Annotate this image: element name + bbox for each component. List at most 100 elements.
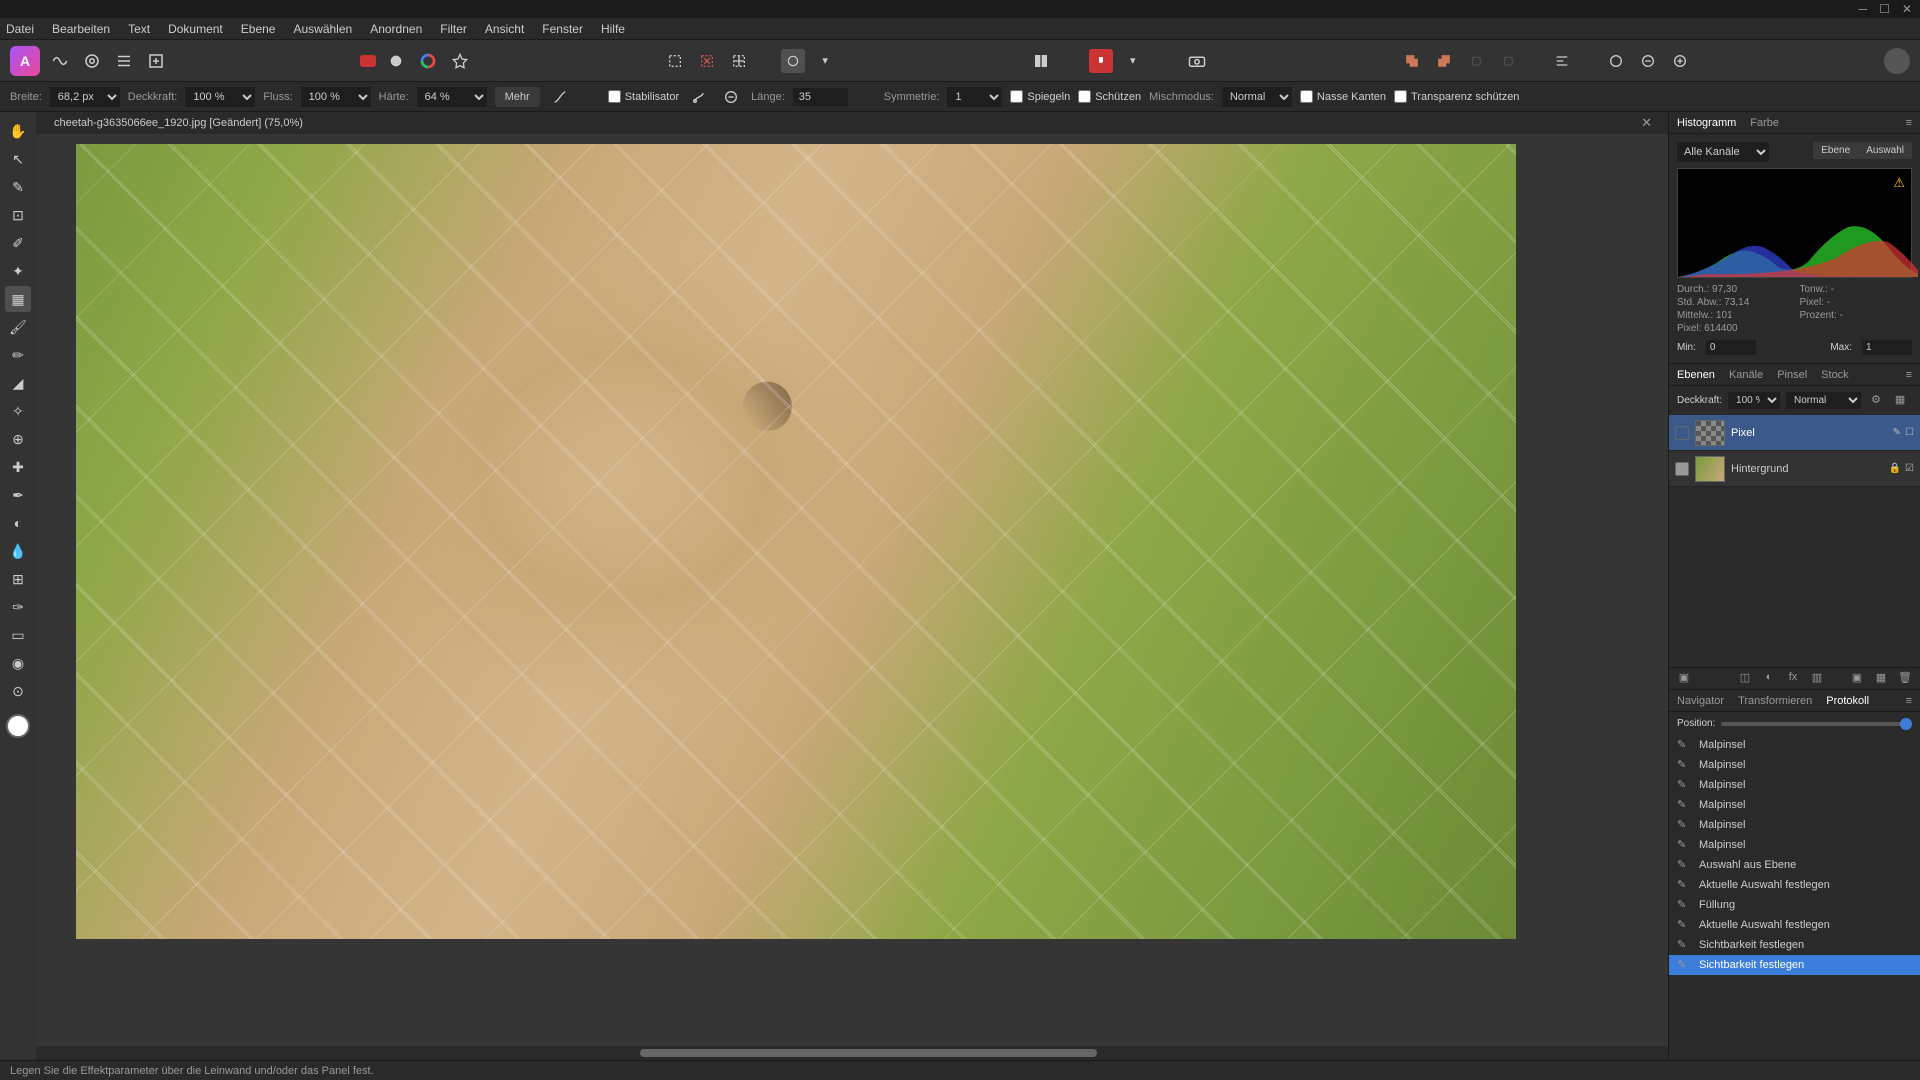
symmetry-input[interactable]: 1 [947, 87, 1002, 107]
clone-tool[interactable]: ⊕ [5, 426, 31, 452]
blur-tool[interactable]: 💧 [5, 538, 31, 564]
histogram-layer-button[interactable]: Ebene [1813, 142, 1858, 159]
menu-text[interactable]: Text [128, 22, 150, 36]
tab-channels[interactable]: Kanäle [1729, 369, 1763, 381]
persona-liquify-icon[interactable] [80, 49, 104, 73]
layer-name[interactable]: Pixel [1731, 427, 1887, 439]
add-mask-icon[interactable]: ◫ [1736, 671, 1754, 687]
blendmode-select[interactable]: Normal [1222, 87, 1292, 107]
history-item[interactable]: ✎Malpinsel [1669, 795, 1920, 815]
tab-transform[interactable]: Transformieren [1738, 695, 1812, 707]
wet-edges-check[interactable]: Nasse Kanten [1300, 90, 1386, 103]
persona-develop-icon[interactable] [112, 49, 136, 73]
healing-tool[interactable]: ✚ [5, 454, 31, 480]
max-input[interactable] [1862, 340, 1912, 355]
arrange-horizontal-icon[interactable] [1029, 49, 1053, 73]
history-item[interactable]: ✎Auswahl aus Ebene [1669, 855, 1920, 875]
menu-bearbeiten[interactable]: Bearbeiten [52, 22, 110, 36]
align-left-icon[interactable] [1400, 49, 1424, 73]
tab-navigator[interactable]: Navigator [1677, 695, 1724, 707]
auto-contrast-icon[interactable] [416, 49, 440, 73]
zoom-tool[interactable]: ⊙ [5, 678, 31, 704]
layer-row-pixel[interactable]: Pixel ✎ ☐ [1669, 415, 1920, 451]
maximize-button[interactable]: ☐ [1879, 2, 1890, 16]
paint-brush-tool[interactable]: 🖌 [5, 314, 31, 340]
add-live-icon[interactable]: ▥ [1808, 671, 1826, 687]
panel-menu-icon[interactable]: ≡ [1906, 369, 1912, 381]
rectangle-tool[interactable]: ▭ [5, 622, 31, 648]
panel-menu-icon[interactable]: ≡ [1906, 117, 1912, 129]
text-tool[interactable]: ✑ [5, 594, 31, 620]
align-center-icon[interactable] [1432, 49, 1456, 73]
layer-name[interactable]: Hintergrund [1731, 463, 1883, 475]
fill-tool[interactable]: ◢ [5, 370, 31, 396]
view-tool[interactable]: ✋ [5, 118, 31, 144]
lock-icon[interactable]: ☐ [1905, 427, 1914, 438]
cloud3-icon[interactable] [1668, 49, 1692, 73]
selection-remove-icon[interactable] [695, 49, 719, 73]
history-item[interactable]: ✎Malpinsel [1669, 815, 1920, 835]
persona-export-icon[interactable] [144, 49, 168, 73]
tab-stock[interactable]: Stock [1821, 369, 1849, 381]
position-slider[interactable] [1721, 722, 1912, 726]
app-logo-icon[interactable]: A [10, 46, 40, 76]
move-tool[interactable]: ↖ [5, 146, 31, 172]
menu-filter[interactable]: Filter [440, 22, 467, 36]
crop-tool[interactable]: ⊡ [5, 202, 31, 228]
selection-intersect-icon[interactable] [727, 49, 751, 73]
layer-blend-select[interactable]: Normal [1786, 392, 1861, 409]
snap-button[interactable] [1089, 49, 1113, 73]
histogram-selection-button[interactable]: Auswahl [1858, 142, 1912, 159]
layer-opacity-input[interactable]: 100 % [1728, 392, 1780, 409]
flood-select-tool[interactable]: ▦ [5, 286, 31, 312]
edit-icon[interactable]: ✎ [1893, 427, 1901, 438]
arrange-menu-icon[interactable] [1550, 49, 1574, 73]
tab-color[interactable]: Farbe [1750, 117, 1779, 129]
menu-anordnen[interactable]: Anordnen [370, 22, 422, 36]
cloud1-icon[interactable] [1604, 49, 1628, 73]
visibility-toggle[interactable] [1675, 426, 1689, 440]
protect-check[interactable]: Schützen [1078, 90, 1141, 103]
tab-close-button[interactable]: ✕ [1635, 115, 1658, 131]
snap-dropdown[interactable]: ▾ [1121, 49, 1145, 73]
protect-alpha-check[interactable]: Transparenz schützen [1394, 90, 1519, 103]
selection-new-icon[interactable] [663, 49, 687, 73]
layer-row-background[interactable]: Hintergrund 🔒☑ [1669, 451, 1920, 487]
menu-dokument[interactable]: Dokument [168, 22, 223, 36]
menu-fenster[interactable]: Fenster [542, 22, 583, 36]
persona-photo-icon[interactable] [48, 49, 72, 73]
visibility-toggle[interactable] [1675, 462, 1689, 476]
close-button[interactable]: ✕ [1902, 2, 1912, 16]
marquee-tool[interactable]: ✦ [5, 258, 31, 284]
user-avatar[interactable] [1884, 48, 1910, 74]
canvas-image[interactable] [76, 144, 1516, 939]
history-item[interactable]: ✎Aktuelle Auswahl festlegen [1669, 875, 1920, 895]
minimize-button[interactable]: ─ [1859, 2, 1868, 16]
stabilizer-check[interactable]: Stabilisator [608, 90, 679, 103]
menu-auswaehlen[interactable]: Auswählen [293, 22, 352, 36]
auto-colors-icon[interactable] [448, 49, 472, 73]
swatch-red-icon[interactable] [360, 55, 376, 67]
history-item[interactable]: ✎Sichtbarkeit festlegen [1669, 955, 1920, 975]
tab-brushes[interactable]: Pinsel [1777, 369, 1807, 381]
tab-history[interactable]: Protokoll [1826, 695, 1869, 707]
width-input[interactable]: 68,2 px [50, 87, 120, 107]
history-item[interactable]: ✎Malpinsel [1669, 835, 1920, 855]
inpainting-tool[interactable]: ◐ [5, 510, 31, 536]
flow-input[interactable]: 100 % [301, 87, 371, 107]
channel-select[interactable]: Alle Kanäle [1677, 142, 1769, 162]
cloud2-icon[interactable] [1636, 49, 1660, 73]
pressure-size-icon[interactable] [548, 85, 572, 109]
add-adjustment-icon[interactable]: ◐ [1760, 671, 1778, 687]
add-layer-icon[interactable]: ▦ [1872, 671, 1890, 687]
canvas-viewport[interactable] [36, 134, 1668, 1046]
history-item[interactable]: ✎Malpinsel [1669, 775, 1920, 795]
horizontal-scrollbar[interactable] [36, 1046, 1668, 1060]
check-icon[interactable]: ☑ [1905, 463, 1914, 474]
shape-tool[interactable]: ◉ [5, 650, 31, 676]
align-top-icon[interactable]: ▢ [1496, 49, 1520, 73]
history-item[interactable]: ✎Füllung [1669, 895, 1920, 915]
quickmask-dropdown[interactable]: ▾ [813, 49, 837, 73]
pen-tool[interactable]: ✒ [5, 482, 31, 508]
dodge-tool[interactable]: ✧ [5, 398, 31, 424]
